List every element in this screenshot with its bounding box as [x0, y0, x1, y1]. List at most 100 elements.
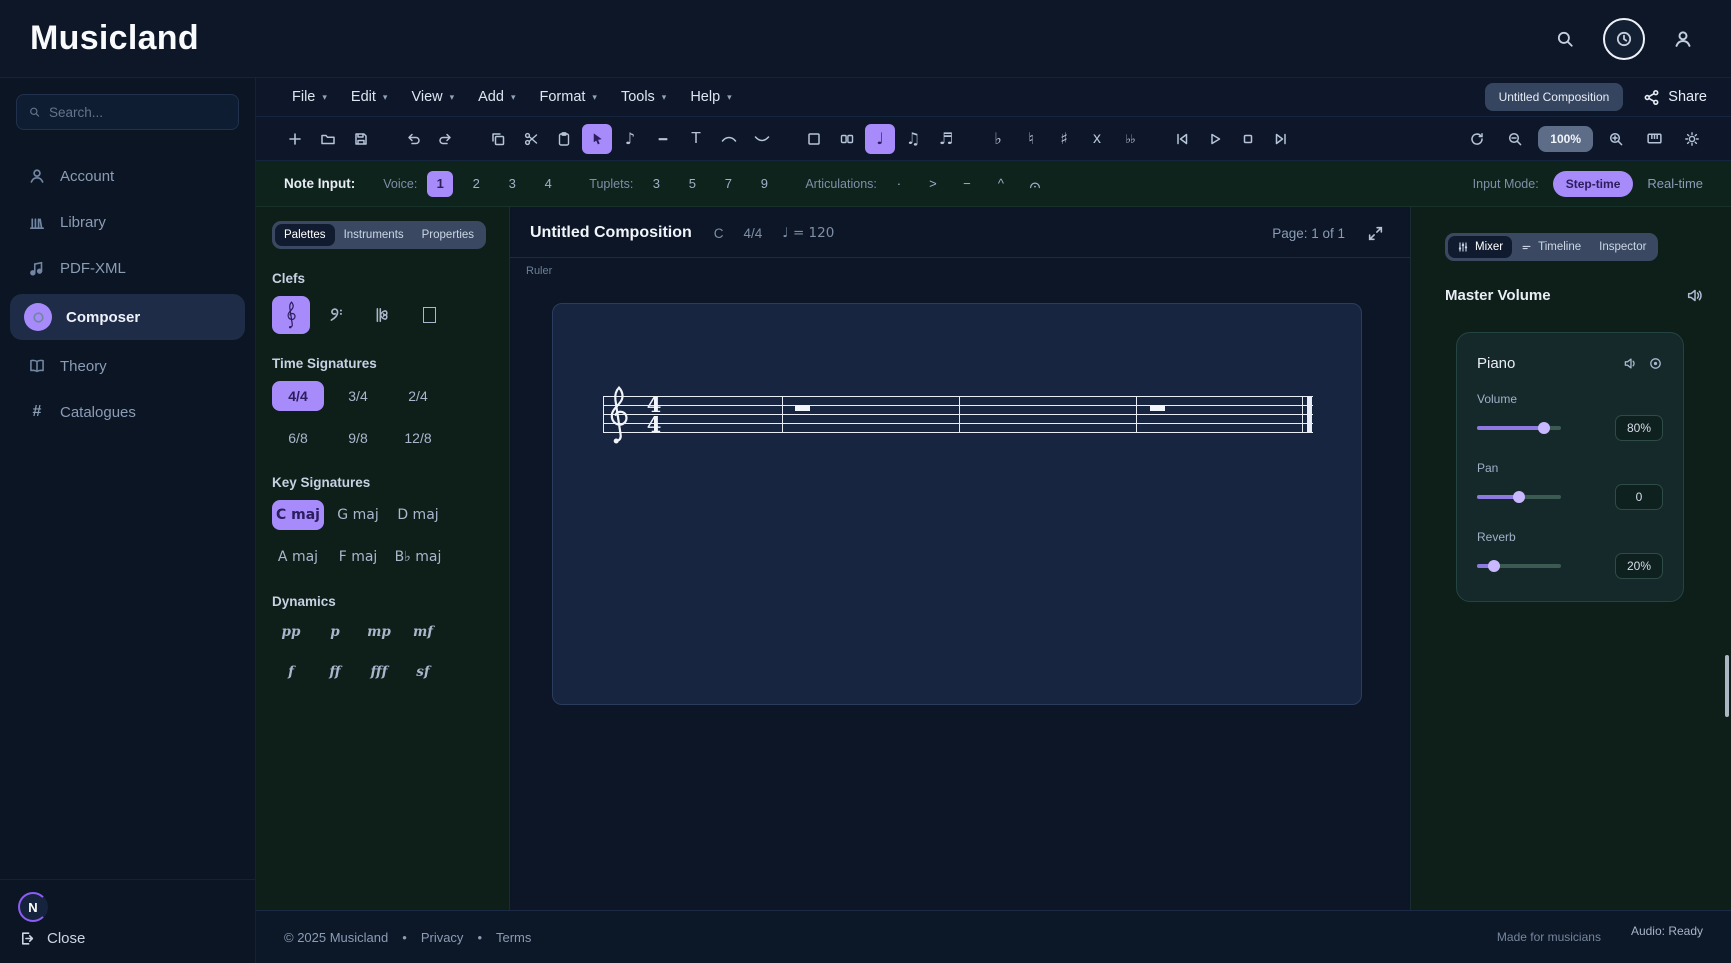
- tab-inspector[interactable]: Inspector: [1590, 236, 1655, 258]
- search-input[interactable]: [49, 105, 226, 120]
- text-tool[interactable]: T: [681, 124, 711, 154]
- menu-format[interactable]: Format▾: [527, 82, 608, 112]
- accent-button[interactable]: >: [921, 172, 945, 196]
- copy-button[interactable]: [483, 124, 513, 154]
- paste-button[interactable]: [549, 124, 579, 154]
- time-sig-button[interactable]: 2/4: [392, 381, 444, 411]
- voice-4-button[interactable]: 4: [535, 171, 561, 197]
- search-button[interactable]: [1547, 21, 1583, 57]
- time-sig-button[interactable]: 3/4: [332, 381, 384, 411]
- whole-rest[interactable]: [1150, 405, 1165, 411]
- scrollbar-thumb[interactable]: [1725, 655, 1729, 717]
- menu-help[interactable]: Help▾: [678, 82, 743, 112]
- dynamic-button[interactable]: mp: [360, 619, 398, 645]
- avatar-button[interactable]: [1665, 21, 1701, 57]
- key-sig-button[interactable]: C maj: [272, 500, 324, 530]
- undo-button[interactable]: [398, 124, 428, 154]
- tuplet-9-button[interactable]: 9: [751, 171, 777, 197]
- zoom-out-button[interactable]: [1500, 124, 1530, 154]
- time-sig-button[interactable]: 4/4: [272, 381, 324, 411]
- master-mute-button[interactable]: [1686, 287, 1703, 304]
- bass-clef-button[interactable]: [318, 296, 356, 334]
- tab-palettes[interactable]: Palettes: [275, 224, 335, 246]
- time-sig-button[interactable]: 9/8: [332, 423, 384, 453]
- dynamic-button[interactable]: fff: [360, 659, 398, 685]
- composition-badge[interactable]: Untitled Composition: [1485, 83, 1624, 111]
- save-button[interactable]: [346, 124, 376, 154]
- session-button[interactable]: [1603, 18, 1645, 60]
- whole-rest[interactable]: [795, 405, 810, 411]
- sixteenth-notes-tool[interactable]: ♬: [931, 124, 961, 154]
- beamed-notes-tool[interactable]: ♫: [898, 124, 928, 154]
- voice-3-button[interactable]: 3: [499, 171, 525, 197]
- tab-timeline[interactable]: Timeline: [1512, 236, 1590, 258]
- theme-toggle-button[interactable]: [1677, 124, 1707, 154]
- sidebar-item-composer[interactable]: Composer: [10, 294, 245, 340]
- menu-add[interactable]: Add▾: [466, 82, 527, 112]
- time-sig-button[interactable]: 12/8: [392, 423, 444, 453]
- pan-slider-thumb[interactable]: [1513, 491, 1525, 503]
- volume-value[interactable]: 80%: [1615, 415, 1663, 441]
- frame-tool[interactable]: [799, 124, 829, 154]
- share-button[interactable]: Share: [1643, 89, 1707, 106]
- app-logo[interactable]: Musicland: [30, 19, 199, 58]
- skip-start-button[interactable]: [1167, 124, 1197, 154]
- tenuto-button[interactable]: −: [955, 172, 979, 196]
- user-avatar[interactable]: N: [18, 892, 48, 922]
- alto-clef-button[interactable]: [364, 296, 402, 334]
- treble-clef-button[interactable]: [272, 296, 310, 334]
- sidebar-item-account[interactable]: Account: [0, 154, 255, 198]
- refresh-button[interactable]: [1462, 124, 1492, 154]
- sidebar-item-pdf-xml[interactable]: PDF-XML: [0, 246, 255, 290]
- cut-button[interactable]: [516, 124, 546, 154]
- dynamic-button[interactable]: f: [272, 659, 310, 685]
- reverb-value[interactable]: 20%: [1615, 553, 1663, 579]
- sidebar-item-theory[interactable]: Theory: [0, 344, 255, 388]
- sidebar-item-catalogues[interactable]: # Catalogues: [0, 390, 255, 434]
- key-sig-button[interactable]: B♭ maj: [392, 542, 444, 572]
- dynamic-button[interactable]: ff: [316, 659, 354, 685]
- volume-slider-thumb[interactable]: [1538, 422, 1550, 434]
- sidebar-item-library[interactable]: Library: [0, 200, 255, 244]
- tab-mixer[interactable]: Mixer: [1448, 236, 1512, 258]
- double-flat-button[interactable]: ♭♭: [1115, 124, 1145, 154]
- staccato-button[interactable]: ·: [887, 172, 911, 196]
- sidebar-search[interactable]: [16, 94, 239, 130]
- skip-end-button[interactable]: [1266, 124, 1296, 154]
- layout-grid-tool[interactable]: [832, 124, 862, 154]
- tuplet-5-button[interactable]: 5: [679, 171, 705, 197]
- sharp-button[interactable]: ♯: [1049, 124, 1079, 154]
- double-sharp-button[interactable]: x: [1082, 124, 1112, 154]
- redo-button[interactable]: [431, 124, 461, 154]
- zoom-in-button[interactable]: [1601, 124, 1631, 154]
- voice-1-button[interactable]: 1: [427, 171, 453, 197]
- dynamic-button[interactable]: p: [316, 619, 354, 645]
- menu-edit[interactable]: Edit▾: [339, 82, 400, 112]
- fermata-button[interactable]: [1023, 172, 1047, 196]
- menu-view[interactable]: View▾: [399, 82, 466, 112]
- zoom-level-badge[interactable]: 100%: [1538, 126, 1593, 152]
- score-canvas[interactable]: 4 4: [552, 303, 1362, 705]
- voice-2-button[interactable]: 2: [463, 171, 489, 197]
- dynamic-button[interactable]: mf: [404, 619, 442, 645]
- reverb-slider-thumb[interactable]: [1488, 560, 1500, 572]
- terms-link[interactable]: Terms: [496, 930, 531, 945]
- natural-button[interactable]: ♮: [1016, 124, 1046, 154]
- pan-slider[interactable]: [1477, 495, 1561, 499]
- play-button[interactable]: [1200, 124, 1230, 154]
- menu-tools[interactable]: Tools▾: [609, 82, 678, 112]
- quarter-note-tool[interactable]: ♩: [865, 124, 895, 154]
- volume-slider[interactable]: [1477, 426, 1561, 430]
- tab-properties[interactable]: Properties: [413, 224, 483, 246]
- key-sig-button[interactable]: D maj: [392, 500, 444, 530]
- marcato-button[interactable]: ^: [989, 172, 1013, 196]
- fullscreen-button[interactable]: [1367, 225, 1384, 242]
- new-button[interactable]: [280, 124, 310, 154]
- key-sig-button[interactable]: A maj: [272, 542, 324, 572]
- stop-button[interactable]: [1233, 124, 1263, 154]
- tab-instruments[interactable]: Instruments: [335, 224, 413, 246]
- select-tool[interactable]: [582, 124, 612, 154]
- flat-button[interactable]: ♭: [983, 124, 1013, 154]
- dynamic-button[interactable]: sf: [404, 659, 442, 685]
- close-button[interactable]: Close: [18, 930, 237, 947]
